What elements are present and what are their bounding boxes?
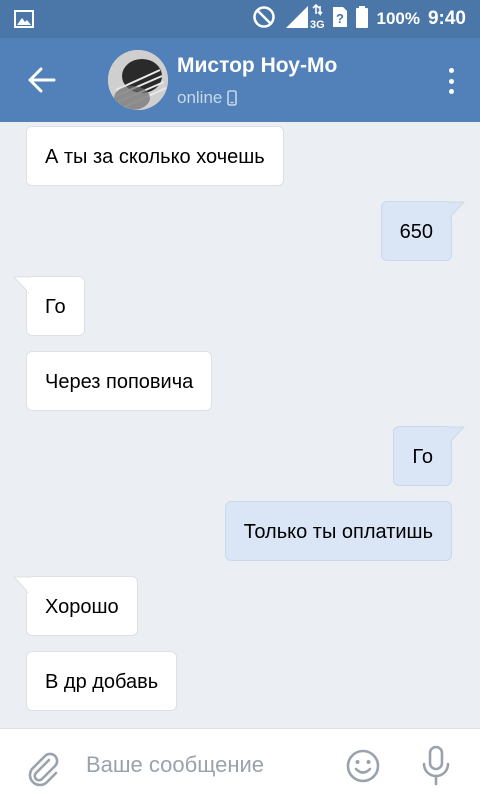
message-text: А ты за сколько хочешь (45, 146, 265, 168)
bubble-tail (13, 276, 29, 294)
message-incoming[interactable]: А ты за сколько хочешь (26, 126, 284, 186)
chat-header: Мистор Ноу-Мо online (0, 38, 480, 122)
do-not-disturb-icon (252, 5, 276, 34)
attach-button[interactable] (22, 747, 62, 787)
sim-unknown-icon: ? (332, 6, 348, 33)
microphone-icon (422, 745, 450, 786)
back-button[interactable] (22, 62, 62, 98)
status-bar: 3G ? 100% 9:40 (0, 0, 480, 38)
image-icon (14, 10, 34, 33)
message-text: Го (412, 446, 433, 468)
emoji-button[interactable] (344, 747, 382, 785)
contact-name[interactable]: Мистор Ноу-Мо (177, 54, 337, 78)
bubble-tail (13, 576, 29, 594)
battery-icon (356, 5, 369, 33)
phone-icon (227, 90, 238, 106)
message-outgoing[interactable]: 650 (380, 201, 465, 261)
message-text: Через поповича (45, 371, 194, 393)
message-text: Хорошо (45, 596, 119, 618)
message-outgoing[interactable]: Только ты оплатишь (224, 501, 452, 561)
signal-icon: 3G (284, 3, 325, 35)
message-list[interactable]: А ты за сколько хочешь 650 Го Через попо… (0, 122, 480, 728)
arrow-left-icon (28, 67, 56, 93)
avatar[interactable] (108, 50, 168, 110)
message-incoming[interactable]: Через поповича (26, 351, 213, 411)
message-outgoing[interactable]: Го (393, 426, 465, 486)
online-status-label: online (177, 88, 223, 107)
paperclip-icon (28, 752, 59, 787)
message-incoming[interactable]: В др добавь (26, 651, 178, 711)
bubble-tail (449, 201, 465, 219)
contact-status: online (177, 88, 238, 108)
smile-icon (346, 749, 380, 783)
more-vertical-icon (448, 68, 454, 73)
bubble-tail (449, 426, 465, 444)
message-text: 650 (399, 221, 433, 243)
message-incoming[interactable]: Хорошо (13, 576, 138, 636)
message-text: Го (45, 296, 66, 318)
message-text: Только ты оплатишь (243, 521, 433, 543)
message-composer (0, 728, 480, 800)
message-input[interactable] (86, 745, 326, 785)
more-options-button[interactable] (444, 64, 458, 98)
battery-percent: 100% (376, 9, 420, 28)
message-text: В др добавь (45, 671, 159, 693)
svg-text:?: ? (336, 11, 344, 26)
message-incoming[interactable]: Го (13, 276, 85, 336)
clock: 9:40 (427, 8, 466, 29)
network-type-label: 3G (310, 19, 324, 30)
voice-message-button[interactable] (420, 745, 452, 787)
